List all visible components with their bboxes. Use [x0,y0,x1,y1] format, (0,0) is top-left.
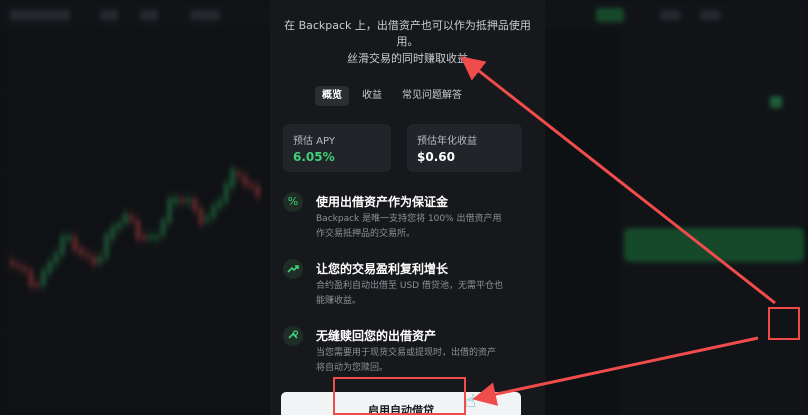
background-candle-body [22,266,27,272]
background-candle-body [255,185,260,197]
background-candle-body [192,198,197,211]
background-candle-body [211,205,216,218]
feature-desc-collateral-line-2: 作交易抵押品的交易所。 [316,229,416,239]
feature-title-collateral: 使用出借资产作为保证金 [316,195,449,209]
background-toggle [770,96,782,108]
tab-bar: 概览 收益 常见问题解答 [315,86,469,106]
background-candle-body [186,198,191,203]
background-candle-body [10,260,14,265]
feature-desc-redeem-line-2: 将自动为您赎回。 [316,363,389,373]
feature-desc-collateral-line-1: Backpack 是唯一支持您将 100% 出借资产用 [316,214,502,224]
background-buy-button [624,228,804,262]
background-candle-body [79,247,84,255]
background-candle-body [66,235,71,240]
intro-text-line-3: 丝滑交易的同时赚取收益 [347,52,468,65]
background-candle-body [117,222,122,229]
redeem-icon [283,326,303,346]
background-candle-body [236,172,241,177]
background-candle-body [41,270,46,286]
apy-value: 6.05% [293,150,335,164]
background-candle-body [73,236,77,251]
feature-desc-compound-line-1: 合约盈利自动出借至 USD 借贷池，无需平仓也 [316,281,503,291]
background-candle-body [54,252,59,264]
hand-cursor-icon: ☝ [465,391,476,412]
background-candle-body [60,236,65,255]
tab-earnings[interactable]: 收益 [355,86,389,106]
background-candle-body [35,282,40,287]
annual-earnings-label: 预估年化收益 [417,136,477,147]
annual-earnings-card: 预估年化收益 $0.60 [407,124,522,172]
highlight-box-source [768,307,800,340]
tab-overview[interactable]: 概览 [315,86,349,106]
candlestick-chart-graphic [0,89,270,331]
background-candle-body [129,215,134,222]
background-candle-body [98,255,103,264]
background-candle-body [148,235,153,240]
background-candle-body [161,219,166,236]
background-orderbook [545,30,620,415]
background-candle-body [180,198,185,203]
intro-text-line-2: 用。 [396,35,419,48]
background-candle-body [142,235,147,240]
apy-label: 预估 APY [293,136,335,147]
background-candle-body [173,197,178,204]
background-candle-body [47,261,52,274]
background-candle-body [154,235,159,240]
annual-earnings-value: $0.60 [417,150,455,164]
background-candle-body [243,175,248,186]
tab-faq[interactable]: 常见问题解答 [395,86,469,106]
trend-up-icon [283,259,303,279]
feature-desc-redeem-line-1: 当您需要用于现货交易或提现时，出借的资产 [316,348,497,358]
background-candle-body [104,234,109,258]
apy-card: 预估 APY 6.05% [283,124,391,172]
background-candle-body [205,216,210,222]
background-candle-body [123,213,128,224]
feature-title-redeem: 无缝赎回您的出借资产 [316,329,437,343]
percent-icon: % [283,192,303,212]
background-candle-body [224,183,229,202]
highlight-box-cta [333,377,466,415]
background-order-panel [620,30,808,415]
background-candle-body [91,256,96,265]
background-candle-body [249,183,254,188]
background-candle-body [136,220,140,240]
background-candle-body [199,208,203,225]
background-candle-body [16,264,21,268]
background-candle-body [28,270,33,287]
feature-desc-compound-line-2: 能赚收益。 [316,296,362,306]
background-candlestick-chart [0,30,270,415]
background-green-tag [596,8,624,22]
background-candle-body [110,226,115,239]
background-candle-body [217,200,222,208]
auto-lend-modal: 在 Backpack 上，出借资产也可以作为抵押品使用 用。 丝滑交易的同时赚取… [270,0,545,415]
screen: 在 Backpack 上，出借资产也可以作为抵押品使用 用。 丝滑交易的同时赚取… [0,0,808,415]
intro-text-line-1: 在 Backpack 上，出借资产也可以作为抵押品使用 [284,19,531,32]
feature-title-compound: 让您的交易盈利复利增长 [316,262,449,276]
background-candle-body [167,198,172,223]
background-candle-body [230,168,235,188]
background-candle-body [85,253,90,258]
